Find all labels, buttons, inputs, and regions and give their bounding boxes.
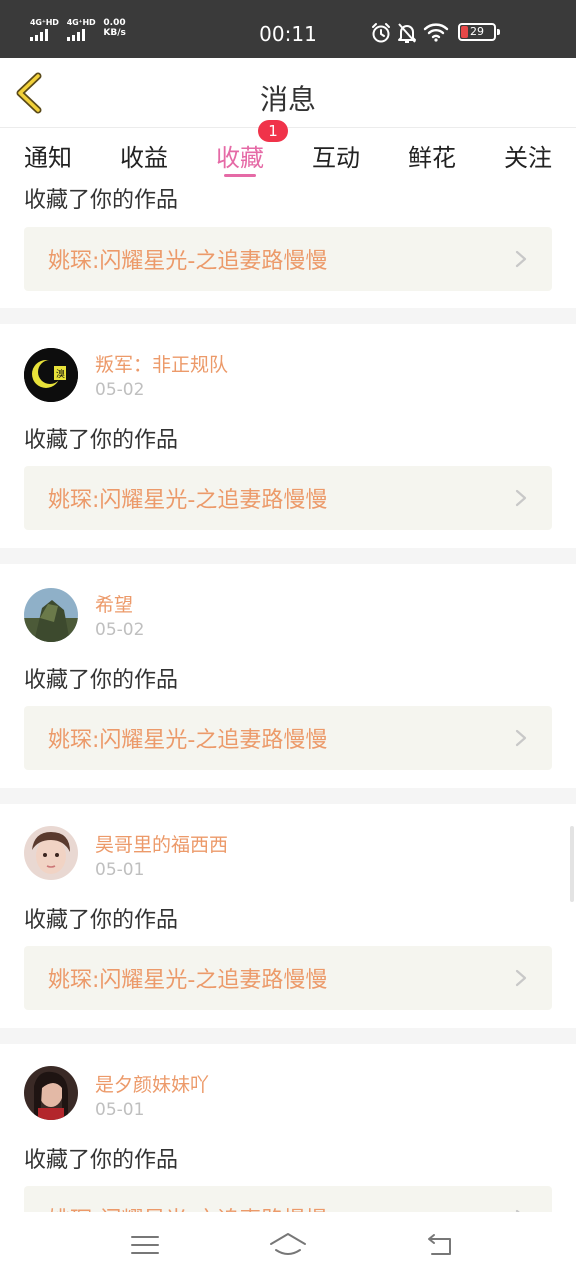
date: 05-02 [95,380,145,400]
action-text: 收藏了你的作品 [24,188,179,213]
tab-bar: 通知 收益 收藏 1 互动 鲜花 关注 [0,120,576,178]
chevron-right-icon [515,489,527,507]
scrollbar[interactable] [570,826,574,902]
tab-notifications[interactable]: 通知 [18,138,78,173]
list-item: 收藏了你的作品 姚琛:闪耀星光-之追妻路慢慢 [0,178,576,308]
header: 消息 [0,58,576,128]
action-text: 收藏了你的作品 [24,908,179,933]
mute-icon [398,23,416,43]
chevron-right-icon [515,250,527,268]
divider [0,788,576,804]
active-tab-indicator [224,174,256,177]
tab-following[interactable]: 关注 [498,138,558,173]
date: 05-01 [95,1100,145,1120]
avatar[interactable]: 溴 [24,348,78,402]
list-item: 希望 05-02 收藏了你的作品 姚琛:闪耀星光-之追妻路慢慢 [0,564,576,788]
action-text: 收藏了你的作品 [24,668,179,693]
avatar[interactable] [24,826,78,880]
work-title: 姚琛:闪耀星光-之追妻路慢慢 [48,1202,327,1212]
chevron-right-icon [515,969,527,987]
work-link[interactable]: 姚琛:闪耀星光-之追妻路慢慢 [24,466,552,530]
divider [0,308,576,324]
tab-flowers[interactable]: 鲜花 [402,138,462,173]
system-nav-bar [0,1212,576,1280]
work-link[interactable]: 姚琛:闪耀星光-之追妻路慢慢 [24,706,552,770]
action-text: 收藏了你的作品 [24,428,179,453]
username[interactable]: 昊哥里的福西西 [95,830,228,857]
chevron-right-icon [515,729,527,747]
battery-level: 29 [470,25,484,38]
work-title: 姚琛:闪耀星光-之追妻路慢慢 [48,968,328,993]
username[interactable]: 希望 [95,590,133,617]
username[interactable]: 叛军：非正规队 [95,350,228,377]
list-item: 溴 叛军：非正规队 05-02 收藏了你的作品 姚琛:闪耀星光-之追妻路慢慢 [0,324,576,548]
date: 05-01 [95,860,145,880]
unread-badge: 1 [258,120,288,142]
action-text: 收藏了你的作品 [24,1148,179,1173]
list-item: 是夕颜妹妹吖 05-01 收藏了你的作品 姚琛:闪耀星光-之追妻路慢慢 [0,1044,576,1212]
menu-icon[interactable] [129,1230,161,1260]
tab-favorites[interactable]: 收藏 [210,138,270,173]
work-title: 姚琛:闪耀星光-之追妻路慢慢 [48,728,328,753]
list-item: 昊哥里的福西西 05-01 收藏了你的作品 姚琛:闪耀星光-之追妻路慢慢 [0,804,576,1028]
tab-earnings[interactable]: 收益 [114,138,174,173]
date: 05-02 [95,620,145,640]
work-title: 姚琛:闪耀星光-之追妻路慢慢 [48,488,328,513]
favorites-feed[interactable]: 收藏了你的作品 姚琛:闪耀星光-之追妻路慢慢 溴 叛军：非正规队 05-02 收… [0,178,576,1212]
tab-interactions[interactable]: 互动 [306,138,366,173]
work-title: 姚琛:闪耀星光-之追妻路慢慢 [48,249,328,274]
page-title: 消息 [259,83,316,116]
battery-icon: 29 [458,23,496,41]
username[interactable]: 是夕颜妹妹吖 [95,1070,209,1097]
svg-text:溴: 溴 [56,368,65,380]
work-link[interactable]: 姚琛:闪耀星光-之追妻路慢慢 [24,946,552,1010]
wifi-icon [423,23,449,42]
status-bar: 4G⁺HD 4G⁺HD 0.00 KB/s 00:11 29 [0,0,576,58]
alarm-icon [372,23,390,43]
divider [0,1028,576,1044]
home-icon[interactable] [268,1230,308,1260]
work-link[interactable]: 姚琛:闪耀星光-之追妻路慢慢 [24,1186,552,1212]
avatar[interactable] [24,1066,78,1120]
divider [0,548,576,564]
work-link[interactable]: 姚琛:闪耀星光-之追妻路慢慢 [24,227,552,291]
back-icon[interactable] [424,1230,456,1260]
avatar[interactable] [24,588,78,642]
